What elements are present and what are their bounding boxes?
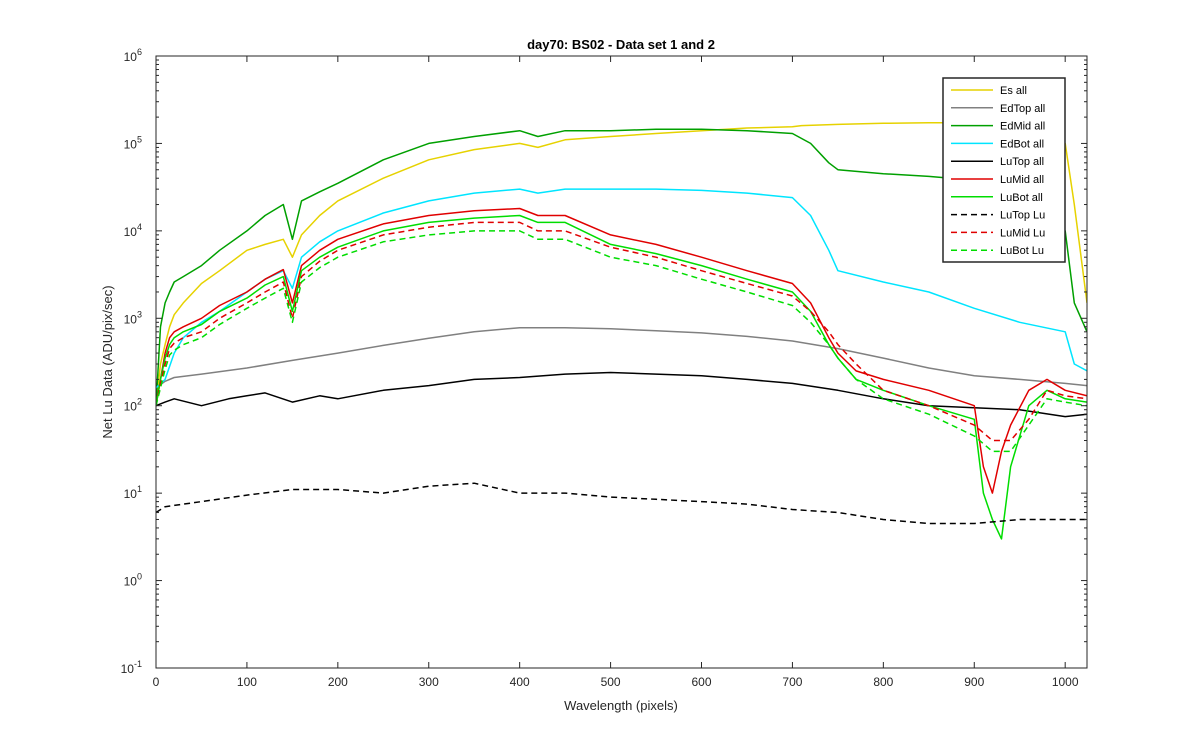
figure: 0 100 200 300 400 500 600 700 800 900 1000 10-1 100…: [0, 0, 1200, 750]
x-tick-label: 800: [873, 675, 893, 689]
legend-label: EdMid all: [1000, 121, 1045, 133]
x-tick-label: 600: [691, 675, 711, 689]
x-tick-label: 300: [419, 675, 439, 689]
chart-title: day70: BS02 - Data set 1 and 2: [527, 37, 715, 52]
legend-label: EdBot all: [1000, 138, 1044, 150]
legend-label: Es all: [1000, 85, 1027, 97]
legend-label: LuTop all: [1000, 156, 1044, 168]
legend: Es all EdTop all EdMid all EdBot all LuTop a…: [942, 77, 1066, 263]
x-axis-label: Wavelength (pixels): [564, 698, 678, 713]
x-tick-label: 500: [601, 675, 621, 689]
x-tick-label: 200: [328, 675, 348, 689]
legend-label: LuBot all: [1000, 192, 1043, 204]
x-tick-label: 700: [782, 675, 802, 689]
legend-label: LuBot Lu: [1000, 245, 1044, 257]
x-tick-label: 1000: [1052, 675, 1079, 689]
y-axis-label: Net Lu Data (ADU/pix/sec): [100, 285, 115, 438]
legend-label: EdTop all: [1000, 103, 1045, 115]
legend-label: LuMid Lu: [1000, 227, 1045, 239]
line-chart: 0 100 200 300 400 500 600 700 800 900 1000 10-1100…: [0, 0, 1200, 750]
x-tick-label: 0: [153, 675, 160, 689]
legend-label: LuTop Lu: [1000, 210, 1045, 222]
legend-label: LuMid all: [1000, 174, 1044, 186]
x-tick-label: 900: [964, 675, 984, 689]
x-tick-label: 100: [237, 675, 257, 689]
x-tick-label: 400: [510, 675, 530, 689]
